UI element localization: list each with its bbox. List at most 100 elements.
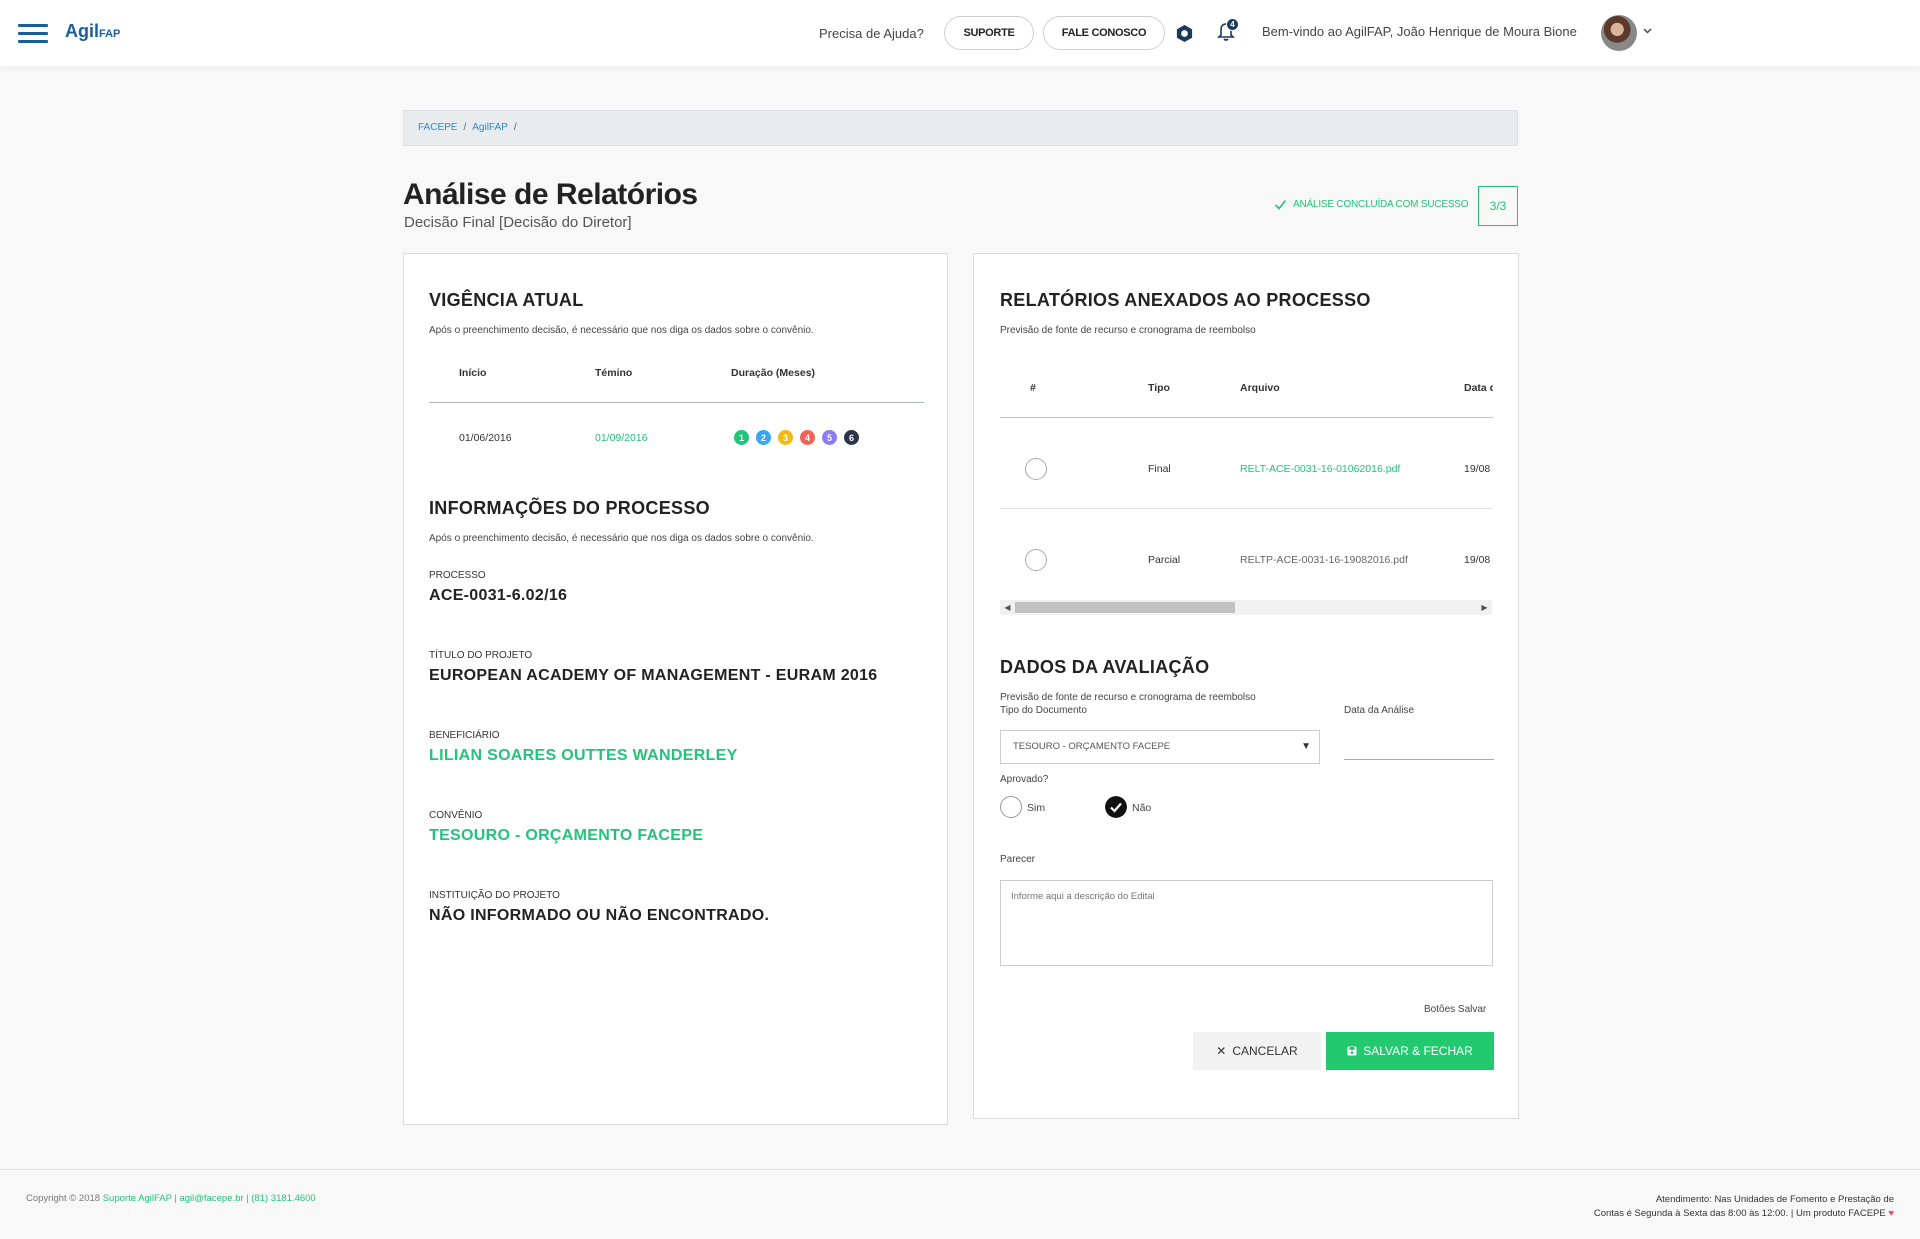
duration-step-5: 5 xyxy=(822,430,837,445)
field-value-processo: ACE-0031-6.02/16 xyxy=(429,587,568,604)
field-label-processo: PROCESSO xyxy=(429,570,486,581)
horizontal-scrollbar[interactable]: ◀ ▶ xyxy=(1000,600,1492,615)
col-header-duracao: Duração (Meses) xyxy=(731,367,816,379)
radio-nao-label: Não xyxy=(1132,802,1152,814)
radio-sim[interactable] xyxy=(1000,796,1022,818)
breadcrumb-separator: / xyxy=(463,122,467,133)
duration-step-3: 3 xyxy=(778,430,793,445)
page-subtitle: Decisão Final [Decisão do Diretor] xyxy=(404,214,632,231)
analysis-status: ANÁLISE CONCLUÍDA COM SUCESSO xyxy=(1293,199,1469,210)
scroll-thumb[interactable] xyxy=(1015,602,1235,613)
page-title: Análise de Relatórios xyxy=(403,178,698,211)
processo-desc: Após o preenchimento decisão, é necessár… xyxy=(429,533,814,544)
vigencia-desc: Após o preenchimento decisão, é necessár… xyxy=(429,325,814,336)
footer-copyright: Copyright © 2018 Suporte AgilFAP | agil@… xyxy=(26,1193,316,1204)
save-icon xyxy=(1347,1046,1357,1056)
right-card: RELATÓRIOS ANEXADOS AO PROCESSO Previsão… xyxy=(973,253,1519,1119)
report-date: 19/08 xyxy=(1464,554,1491,566)
avaliacao-desc: Previsão de fonte de recurso e cronogram… xyxy=(1000,692,1256,703)
footer-atendimento: Atendimento: Nas Unidades de Fomento e P… xyxy=(1534,1193,1894,1221)
notification-badge: 4 xyxy=(1226,18,1239,31)
breadcrumb: FACEPE / AgilFAP / xyxy=(403,110,1518,146)
cancel-button[interactable]: ✕ CANCELAR xyxy=(1193,1032,1321,1070)
processo-title: INFORMAÇÕES DO PROCESSO xyxy=(429,498,710,518)
menu-icon[interactable] xyxy=(18,24,48,44)
duration-step-6: 6 xyxy=(844,430,859,445)
save-close-button[interactable]: SALVAR & FECHAR xyxy=(1326,1032,1494,1070)
tipo-documento-label: Tipo do Documento xyxy=(1000,705,1087,716)
check-icon xyxy=(1274,199,1287,210)
relatorios-title: RELATÓRIOS ANEXADOS AO PROCESSO xyxy=(1000,290,1371,310)
logo-main: Agil xyxy=(65,21,99,41)
avatar[interactable] xyxy=(1601,15,1637,51)
save-label: SALVAR & FECHAR xyxy=(1363,1044,1473,1058)
duration-step-1: 1 xyxy=(734,430,749,445)
atendimento-text: Contas é Segunda à Sexta das 8:00 às 12:… xyxy=(1593,1207,1886,1219)
avaliacao-title: DADOS DA AVALIAÇÃO xyxy=(1000,657,1210,677)
radio-nao-checked-icon[interactable] xyxy=(1105,796,1127,818)
breadcrumb-item-agilfap[interactable]: AgilFAP xyxy=(472,122,508,133)
atendimento-line-2: Contas é Segunda à Sexta das 8:00 às 12:… xyxy=(1534,1207,1894,1221)
report-select-radio[interactable] xyxy=(1025,549,1047,571)
vigencia-title: VIGÊNCIA ATUAL xyxy=(429,290,584,310)
welcome-text: Bem-vindo ao AgilFAP, João Henrique de M… xyxy=(1262,24,1577,39)
duration-step-2: 2 xyxy=(756,430,771,445)
vigencia-termino: 01/09/2016 xyxy=(595,432,648,444)
heart-icon: ♥ xyxy=(1888,1207,1894,1219)
settings-hex-icon[interactable] xyxy=(1175,24,1194,43)
close-icon: ✕ xyxy=(1216,1044,1227,1058)
duration-step-4: 4 xyxy=(800,430,815,445)
parecer-textarea[interactable] xyxy=(1000,880,1493,966)
report-date: 19/08 xyxy=(1464,463,1491,475)
buttons-label: Botões Salvar xyxy=(1424,1004,1487,1015)
footer-links[interactable]: Suporte AgilFAP | agil@facepe.br | (81) … xyxy=(103,1193,316,1204)
atendimento-line-1: Atendimento: Nas Unidades de Fomento e P… xyxy=(1655,1194,1894,1205)
data-analise-input[interactable] xyxy=(1344,759,1494,760)
field-value-convenio[interactable]: TESOURO - ORÇAMENTO FACEPE xyxy=(429,827,703,845)
support-button[interactable]: SUPORTE xyxy=(944,16,1034,50)
cancel-label: CANCELAR xyxy=(1232,1044,1298,1058)
field-label-beneficiario: BENEFICIÁRIO xyxy=(429,730,500,741)
report-tipo: Parcial xyxy=(1148,554,1181,566)
tipo-documento-value: TESOURO - ORÇAMENTO FACEPE xyxy=(1013,741,1171,752)
row-divider xyxy=(1000,508,1493,509)
radio-sim-label: Sim xyxy=(1027,802,1046,814)
scroll-left-icon[interactable]: ◀ xyxy=(1000,600,1015,615)
table-divider xyxy=(429,402,924,403)
parecer-label: Parecer xyxy=(1000,854,1036,865)
field-value-titulo: EUROPEAN ACADEMY OF MANAGEMENT - EURAM 2… xyxy=(429,667,878,684)
field-label-titulo: TÍTULO DO PROJETO xyxy=(429,650,533,661)
field-value-beneficiario[interactable]: LILIAN SOARES OUTTES WANDERLEY xyxy=(429,747,738,765)
scroll-right-icon[interactable]: ▶ xyxy=(1477,600,1492,615)
tipo-documento-select[interactable]: TESOURO - ORÇAMENTO FACEPE ▼ xyxy=(1000,730,1320,764)
relatorios-desc: Previsão de fonte de recurso e cronogram… xyxy=(1000,325,1256,336)
app-logo[interactable]: AgilFAP xyxy=(65,21,120,42)
chevron-down-icon[interactable] xyxy=(1643,28,1652,34)
col-header-inicio: Início xyxy=(459,367,487,379)
col-header-tipo: Tipo xyxy=(1148,382,1170,394)
report-file-link[interactable]: RELTP-ACE-0031-16-19082016.pdf xyxy=(1240,554,1408,566)
col-header-index: # xyxy=(1030,382,1036,394)
field-value-instituicao: NÃO INFORMADO OU NÃO ENCONTRADO. xyxy=(429,907,770,924)
breadcrumb-separator: / xyxy=(513,122,517,133)
help-text: Precisa de Ajuda? xyxy=(819,26,924,41)
report-select-radio[interactable] xyxy=(1025,458,1047,480)
col-header-arquivo: Arquivo xyxy=(1240,382,1280,394)
aprovado-label: Aprovado? xyxy=(1000,774,1049,785)
report-tipo: Final xyxy=(1148,463,1171,475)
duration-steps: 123456 xyxy=(734,430,859,445)
footer-divider xyxy=(0,1169,1920,1170)
contact-button[interactable]: FALE CONOSCO xyxy=(1043,16,1165,50)
vigencia-inicio: 01/06/2016 xyxy=(459,432,512,444)
report-file-link[interactable]: RELT-ACE-0031-16-01062016.pdf xyxy=(1240,463,1400,475)
reports-table: # Tipo Arquivo Data d Final RELT-ACE-003… xyxy=(1000,354,1493,594)
left-card: VIGÊNCIA ATUAL Após o preenchimento deci… xyxy=(403,253,948,1125)
breadcrumb-item-facepe[interactable]: FACEPE xyxy=(418,122,457,133)
col-header-termino: Témino xyxy=(595,367,633,379)
logo-sub: FAP xyxy=(99,28,121,40)
top-navbar: AgilFAP Precisa de Ajuda? SUPORTE FALE C… xyxy=(0,0,1920,66)
step-indicator: 3/3 xyxy=(1478,186,1518,226)
data-analise-label: Data da Análise xyxy=(1344,705,1415,716)
col-header-data: Data d xyxy=(1464,382,1493,394)
caret-down-icon: ▼ xyxy=(1301,741,1311,752)
